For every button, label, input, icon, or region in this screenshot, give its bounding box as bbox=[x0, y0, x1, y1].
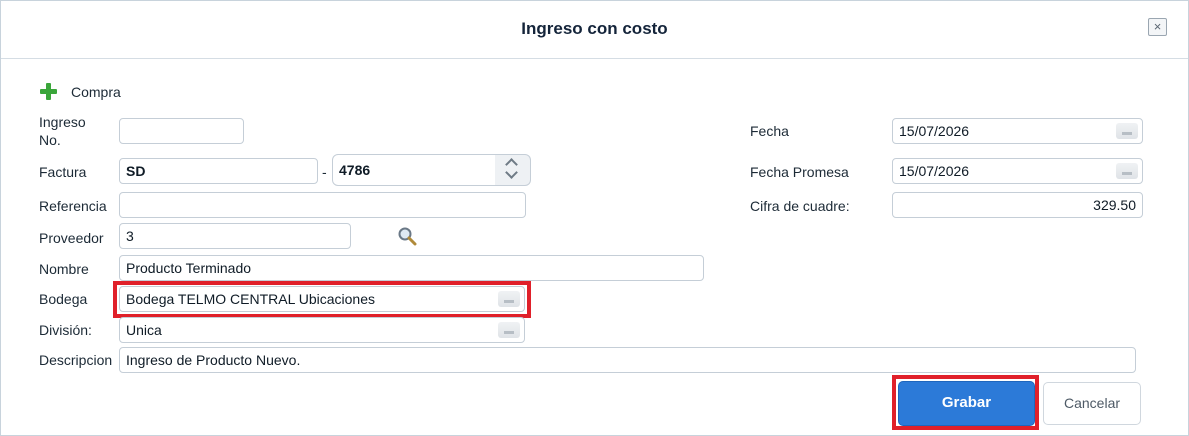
fecha-promesa-label: Fecha Promesa bbox=[750, 164, 849, 180]
fecha-label: Fecha bbox=[750, 123, 789, 139]
close-icon: × bbox=[1153, 19, 1162, 34]
nombre-label: Nombre bbox=[39, 261, 89, 277]
cifra-cuadre-label: Cifra de cuadre: bbox=[750, 198, 850, 214]
ingreso-label: Ingreso No. bbox=[39, 114, 86, 148]
dropdown-trigger-icon[interactable] bbox=[498, 322, 520, 338]
proveedor-input[interactable]: 3 bbox=[119, 223, 351, 249]
factura-separator: - bbox=[322, 164, 327, 180]
fecha-promesa-date-input[interactable]: 15/07/2026 bbox=[892, 158, 1143, 184]
nombre-input[interactable]: Producto Terminado bbox=[119, 255, 704, 281]
factura-number-stepper[interactable] bbox=[495, 154, 531, 186]
calendar-trigger-icon[interactable] bbox=[1116, 163, 1138, 179]
calendar-trigger-icon[interactable] bbox=[1116, 123, 1138, 139]
plus-icon[interactable] bbox=[40, 83, 57, 100]
fecha-date-input[interactable]: 15/07/2026 bbox=[892, 118, 1143, 144]
dialog-title: Ingreso con costo bbox=[521, 19, 668, 38]
factura-number-input[interactable]: 4786 bbox=[332, 154, 497, 186]
referencia-label: Referencia bbox=[39, 198, 107, 214]
ingreso-number-input[interactable] bbox=[119, 118, 244, 144]
chevron-down-icon[interactable] bbox=[505, 166, 518, 179]
cancel-button[interactable]: Cancelar bbox=[1043, 382, 1141, 425]
fecha-promesa-value: 15/07/2026 bbox=[899, 163, 970, 179]
division-select[interactable]: Unica bbox=[119, 317, 525, 343]
dialog: Ingreso con costo × Compra Ingreso No. F… bbox=[0, 0, 1189, 436]
bodega-highlight bbox=[113, 281, 531, 318]
factura-series-input[interactable]: SD bbox=[119, 158, 318, 184]
descripcion-input[interactable]: Ingreso de Producto Nuevo. bbox=[119, 347, 1136, 373]
dialog-header: Ingreso con costo × bbox=[1, 1, 1188, 59]
cifra-cuadre-input[interactable]: 329.50 bbox=[892, 192, 1143, 218]
bodega-label: Bodega bbox=[39, 291, 88, 307]
compra-link[interactable]: Compra bbox=[71, 83, 121, 101]
division-value: Unica bbox=[126, 322, 162, 338]
search-icon[interactable] bbox=[397, 226, 417, 246]
proveedor-label: Proveedor bbox=[39, 230, 104, 246]
fecha-value: 15/07/2026 bbox=[899, 123, 970, 139]
referencia-input[interactable] bbox=[119, 192, 526, 218]
division-label: División: bbox=[39, 322, 92, 338]
descripcion-label: Descripcion bbox=[39, 352, 113, 368]
factura-label: Factura bbox=[39, 164, 87, 180]
save-button[interactable]: Grabar bbox=[898, 381, 1035, 426]
close-button[interactable]: × bbox=[1148, 18, 1167, 36]
